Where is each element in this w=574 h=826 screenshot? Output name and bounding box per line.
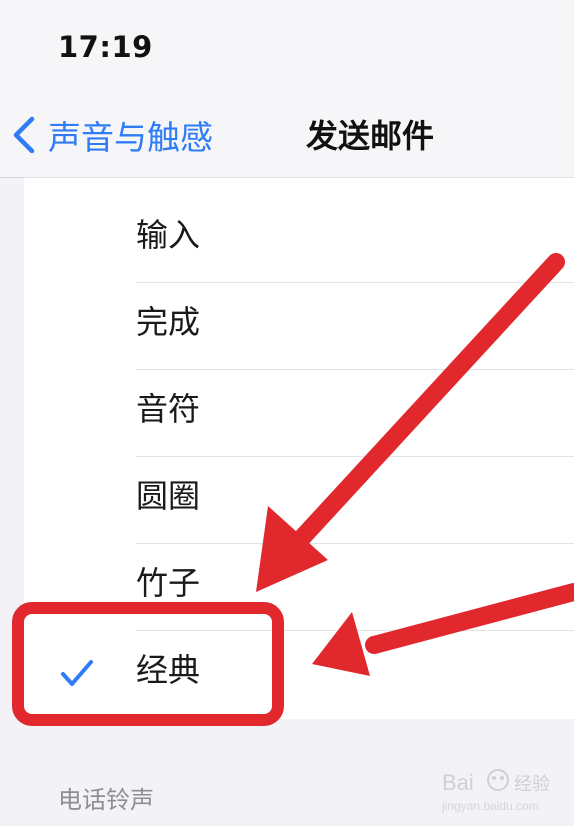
svg-text:Bai: Bai [442,770,474,795]
sound-option-label: 圆圈 [136,477,201,515]
chevron-left-icon [13,116,35,154]
sound-list: 输入 完成 音符 圆圈 竹子 经典 [24,177,574,719]
back-button[interactable]: 声音与触感 [10,107,213,163]
sound-option-bamboo[interactable]: 竹子 [136,543,574,630]
page-title: 发送邮件 [306,117,435,155]
status-time: 17:19 [58,30,153,64]
sound-option-input[interactable]: 输入 [136,178,574,282]
svg-text:经验: 经验 [514,774,550,795]
checkmark-icon [61,660,93,686]
svg-text:jingyan.baidu.com: jingyan.baidu.com [441,799,539,813]
sound-option-circle[interactable]: 圆圈 [136,456,574,543]
sound-option-label: 竹子 [136,564,201,602]
ringtone-section-header: 电话铃声 [58,786,154,814]
back-label: 声音与触感 [48,118,213,157]
sound-option-label: 输入 [136,216,201,254]
navigation-bar: 声音与触感 发送邮件 [0,95,574,178]
sound-option-label: 完成 [136,303,201,341]
sound-option-note[interactable]: 音符 [136,369,574,456]
sound-option-label: 经典 [136,651,201,689]
sound-option-label: 音符 [136,390,201,428]
sound-option-complete[interactable]: 完成 [136,282,574,369]
baidu-jingyan-watermark: Bai 经验 jingyan.baidu.com [441,769,550,813]
sound-option-classic[interactable]: 经典 [61,630,574,717]
status-bar: 17:19 [0,0,574,95]
